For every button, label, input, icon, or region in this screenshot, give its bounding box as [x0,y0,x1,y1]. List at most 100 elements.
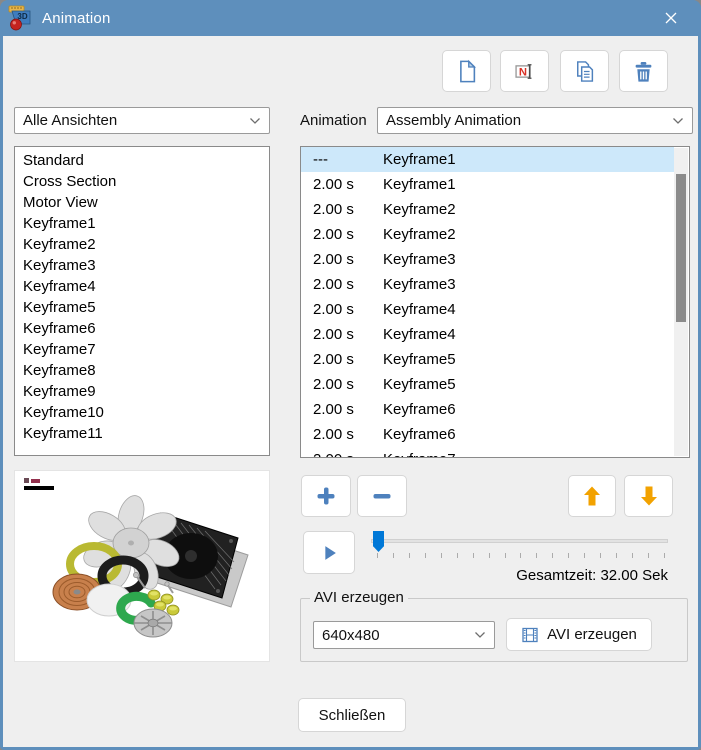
list-item[interactable]: Motor View [15,192,269,213]
keyframe-name: Keyframe2 [383,226,456,243]
keyframe-name: Keyframe3 [383,276,456,293]
new-animation-button[interactable] [442,50,491,92]
list-item[interactable]: Keyframe5 [15,297,269,318]
keyframe-row[interactable]: 2.00 s Keyframe2 [301,197,674,222]
views-listbox[interactable]: Standard Cross Section Motor View Keyfra… [14,146,270,456]
keyframe-row[interactable]: --- Keyframe1 [301,147,674,172]
close-icon[interactable] [651,3,691,33]
animation-select[interactable]: Assembly Animation [377,107,693,134]
up-arrow-icon [580,484,604,508]
avi-resolution-value: 640x480 [322,627,380,644]
animation-label: Animation [300,107,367,134]
timeline-slider[interactable] [371,531,668,561]
rename-icon: N [511,58,538,85]
copy-animation-button[interactable] [560,50,609,92]
list-item[interactable]: Keyframe10 [15,402,269,423]
keyframe-time: 2.00 s [313,451,371,458]
trash-icon [630,58,657,85]
keyframe-name: Keyframe7 [383,451,456,458]
avi-create-label: AVI erzeugen [547,626,637,643]
list-item[interactable]: Keyframe6 [15,318,269,339]
keyframe-time: --- [313,151,371,168]
preview-panel [14,470,270,662]
keyframes-scrollbar[interactable] [674,148,688,456]
keyframe-time: 2.00 s [313,401,371,418]
keyframe-name: Keyframe5 [383,351,456,368]
avi-resolution-select[interactable]: 640x480 [313,621,495,649]
list-item[interactable]: Standard [15,150,269,171]
keyframe-time: 2.00 s [313,226,371,243]
new-document-icon [453,58,480,85]
list-item[interactable]: Keyframe2 [15,234,269,255]
keyframe-time: 2.00 s [313,326,371,343]
keyframes-listbox[interactable]: --- Keyframe1 2.00 s Keyframe1 2.00 s Ke… [300,146,690,458]
animation-dialog: 3D Animation N [0,0,701,750]
keyframe-row[interactable]: 2.00 s Keyframe2 [301,222,674,247]
list-item[interactable]: Keyframe4 [15,276,269,297]
close-dialog-button[interactable]: Schließen [298,698,406,732]
avi-create-button[interactable]: AVI erzeugen [506,618,652,651]
app-icon: 3D [8,5,34,31]
keyframe-name: Keyframe4 [383,301,456,318]
close-dialog-label: Schließen [319,707,386,724]
preview-image [15,471,269,661]
film-icon [521,626,539,644]
rename-animation-button[interactable]: N [500,50,549,92]
list-item[interactable]: Keyframe11 [15,423,269,444]
delete-animation-button[interactable] [619,50,668,92]
slider-track[interactable] [371,539,668,543]
keyframe-time: 2.00 s [313,376,371,393]
keyframe-row[interactable]: 2.00 s Keyframe1 [301,172,674,197]
svg-text:N: N [519,66,527,78]
remove-keyframe-button[interactable] [357,475,407,517]
slider-thumb[interactable] [373,531,384,552]
keyframe-time: 2.00 s [313,426,371,443]
keyframe-row[interactable]: 2.00 s Keyframe5 [301,372,674,397]
keyframe-name: Keyframe1 [383,151,456,168]
keyframe-time: 2.00 s [313,351,371,368]
minus-icon [370,484,394,508]
avi-groupbox: AVI erzeugen 640x480 AVI erzeugen [300,598,688,662]
chevron-down-icon [249,117,261,125]
keyframe-row[interactable]: 2.00 s Keyframe6 [301,422,674,447]
keyframe-row[interactable]: 2.00 s Keyframe3 [301,247,674,272]
keyframe-row[interactable]: 2.00 s Keyframe4 [301,322,674,347]
add-keyframe-button[interactable] [301,475,351,517]
list-item[interactable]: Keyframe7 [15,339,269,360]
play-icon [318,542,340,564]
down-arrow-icon [637,484,661,508]
titlebar: 3D Animation [0,0,701,36]
window-title: Animation [42,10,651,27]
keyframe-name: Keyframe1 [383,176,456,193]
keyframe-name: Keyframe2 [383,201,456,218]
views-filter-select[interactable]: Alle Ansichten [14,107,270,134]
list-item[interactable]: Cross Section [15,171,269,192]
keyframe-name: Keyframe5 [383,376,456,393]
scrollbar-thumb[interactable] [676,174,686,322]
keyframe-row[interactable]: 2.00 s Keyframe7 [301,447,674,458]
keyframe-time: 2.00 s [313,276,371,293]
avi-group-label: AVI erzeugen [310,589,408,606]
keyframe-name: Keyframe6 [383,401,456,418]
keyframe-time: 2.00 s [313,251,371,268]
chevron-down-icon [474,631,486,639]
dialog-content: N Alle Ansichten Animation [3,36,698,747]
keyframe-row[interactable]: 2.00 s Keyframe3 [301,272,674,297]
keyframe-time: 2.00 s [313,201,371,218]
list-item[interactable]: Keyframe3 [15,255,269,276]
move-down-button[interactable] [624,475,673,517]
keyframe-time: 2.00 s [313,176,371,193]
total-time-label: Gesamtzeit: 32.00 Sek [403,567,668,584]
keyframe-name: Keyframe4 [383,326,456,343]
play-button[interactable] [303,531,355,574]
list-item[interactable]: Keyframe1 [15,213,269,234]
keyframe-row[interactable]: 2.00 s Keyframe6 [301,397,674,422]
keyframe-row[interactable]: 2.00 s Keyframe5 [301,347,674,372]
list-item[interactable]: Keyframe8 [15,360,269,381]
plus-icon [314,484,338,508]
copy-icon [571,58,598,85]
slider-ticks [377,553,665,558]
move-up-button[interactable] [568,475,616,517]
keyframe-row[interactable]: 2.00 s Keyframe4 [301,297,674,322]
list-item[interactable]: Keyframe9 [15,381,269,402]
